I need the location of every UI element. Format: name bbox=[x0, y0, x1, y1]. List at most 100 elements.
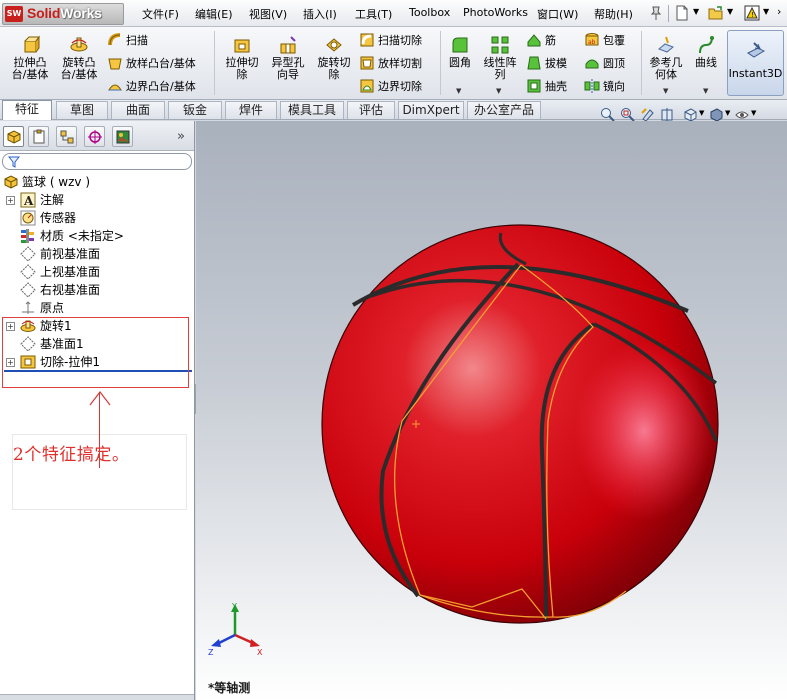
curves-dropdown-icon[interactable]: ▼ bbox=[703, 87, 708, 95]
fillet-icon bbox=[452, 37, 468, 53]
boundary-boss-button[interactable]: 边界凸台/基体 bbox=[107, 78, 196, 95]
dome-button[interactable]: 圆顶 bbox=[584, 55, 625, 72]
instant3d-button[interactable]: Instant3D bbox=[727, 30, 784, 96]
hole-wizard-button[interactable]: 异型孔 向导 bbox=[266, 35, 310, 81]
wrap-button[interactable]: ab 包覆 bbox=[584, 32, 625, 49]
curves-icon bbox=[699, 36, 714, 54]
hide-show-dropdown-icon[interactable]: ▼ bbox=[751, 109, 756, 117]
menu-window[interactable]: 窗口(W) bbox=[537, 6, 578, 22]
configuration-manager-tab[interactable] bbox=[56, 126, 77, 147]
new-dropdown-icon[interactable]: ▼ bbox=[693, 7, 699, 16]
tree-item-label: 注解 bbox=[40, 193, 65, 207]
tab-surfaces[interactable]: 曲面 bbox=[111, 101, 165, 119]
curves-label: 曲线 bbox=[695, 56, 717, 69]
open-dropdown-icon[interactable]: ▼ bbox=[727, 7, 733, 16]
tree-root-label: 篮球 ( wzv ) bbox=[22, 175, 91, 189]
dimxpert-manager-tab[interactable] bbox=[84, 126, 105, 147]
reference-geometry-icon bbox=[658, 36, 674, 53]
property-manager-tab[interactable] bbox=[28, 126, 49, 147]
menu-toolbox[interactable]: Toolbox bbox=[409, 6, 450, 19]
shell-button[interactable]: 抽壳 bbox=[526, 78, 567, 95]
revolve-cut-icon bbox=[326, 38, 342, 52]
tree-item-right-plane[interactable]: 右视基准面 bbox=[0, 281, 194, 299]
boundary-boss-label: 边界凸台/基体 bbox=[126, 80, 196, 93]
menubar-more-icon[interactable]: › bbox=[777, 5, 781, 18]
loft-cut-button[interactable]: 放样切割 bbox=[359, 55, 422, 72]
extrude-boss-button[interactable]: 拉伸凸 台/基体 bbox=[7, 35, 53, 81]
revolve-boss-button[interactable]: 旋转凸 台/基体 bbox=[56, 35, 102, 81]
loft-boss-button[interactable]: 放样凸台/基体 bbox=[107, 55, 196, 72]
tree-item-material[interactable]: 材质 <未指定> bbox=[0, 227, 194, 245]
menu-photoworks[interactable]: PhotoWorks bbox=[463, 6, 528, 19]
menu-insert[interactable]: 插入(I) bbox=[303, 6, 337, 22]
linear-pattern-dropdown-icon[interactable]: ▼ bbox=[496, 87, 501, 95]
rib-button[interactable]: 筋 bbox=[526, 32, 556, 49]
new-document-icon[interactable] bbox=[674, 5, 690, 21]
tree-item-label: 前视基准面 bbox=[40, 247, 101, 261]
tab-sheet-metal[interactable]: 钣金 bbox=[168, 101, 222, 119]
tree-filter-input[interactable] bbox=[2, 153, 192, 170]
command-manager-ribbon: 拉伸凸 台/基体 旋转凸 台/基体 扫描 放样凸台/基体 边界凸台/基体 拉伸切… bbox=[0, 27, 787, 100]
linear-pattern-label: 线性阵 列 bbox=[483, 56, 517, 81]
extrude-boss-label: 拉伸凸 台/基体 bbox=[11, 56, 49, 81]
wrap-icon: ab bbox=[585, 33, 599, 46]
graphics-viewport[interactable] bbox=[196, 121, 787, 700]
open-folder-icon[interactable] bbox=[708, 5, 724, 21]
menu-help[interactable]: 帮助(H) bbox=[594, 6, 633, 22]
boundary-cut-button[interactable]: 边界切除 bbox=[359, 78, 422, 95]
curves-button[interactable]: 曲线 bbox=[691, 35, 721, 69]
menu-file[interactable]: 文件(F) bbox=[142, 6, 179, 22]
tree-item-label: 材质 <未指定> bbox=[40, 229, 124, 243]
reference-geometry-dropdown-icon[interactable]: ▼ bbox=[663, 87, 668, 95]
sweep-button[interactable]: 扫描 bbox=[107, 32, 148, 49]
view-orientation-dropdown-icon[interactable]: ▼ bbox=[699, 109, 704, 117]
extrude-boss-icon bbox=[24, 35, 40, 53]
dome-icon bbox=[585, 59, 599, 69]
menu-tools[interactable]: 工具(T) bbox=[355, 6, 392, 22]
tab-sketch[interactable]: 草图 bbox=[56, 101, 108, 119]
menu-view[interactable]: 视图(V) bbox=[249, 6, 287, 22]
extrude-cut-button[interactable]: 拉伸切 除 bbox=[220, 35, 264, 81]
draft-button[interactable]: 拔模 bbox=[526, 55, 567, 72]
dimxpert-manager-icon bbox=[88, 130, 102, 144]
panel-more-icon[interactable]: » bbox=[177, 129, 185, 144]
solidworks-logo[interactable]: SW SolidWorks bbox=[2, 3, 124, 25]
tree-item-sensors[interactable]: 传感器 bbox=[0, 209, 194, 227]
pushpin-icon[interactable] bbox=[648, 5, 664, 21]
tree-root-part[interactable]: 篮球 ( wzv ) bbox=[0, 173, 194, 191]
reference-geometry-button[interactable]: 参考几 何体 bbox=[645, 35, 687, 81]
tree-item-front-plane[interactable]: 前视基准面 bbox=[0, 245, 194, 263]
mirror-button[interactable]: 镜向 bbox=[584, 78, 625, 95]
tab-weldments[interactable]: 焊件 bbox=[225, 101, 277, 119]
warning-dropdown-icon[interactable]: ▼ bbox=[763, 7, 769, 16]
display-manager-tab[interactable] bbox=[112, 126, 133, 147]
hole-wizard-icon bbox=[280, 36, 296, 54]
sweep-cut-button[interactable]: 扫描切除 bbox=[359, 32, 422, 49]
tab-evaluate[interactable]: 评估 bbox=[347, 101, 395, 119]
warning-icon[interactable]: ! bbox=[744, 5, 760, 21]
tree-item-origin[interactable]: 原点 bbox=[0, 299, 194, 317]
linear-pattern-button[interactable]: 线性阵 列 bbox=[479, 35, 521, 81]
origin-icon bbox=[22, 301, 34, 314]
shell-icon bbox=[527, 79, 541, 93]
tab-mold-tools[interactable]: 模具工具 bbox=[280, 101, 344, 119]
tree-item-top-plane[interactable]: 上视基准面 bbox=[0, 263, 194, 281]
display-style-dropdown-icon[interactable]: ▼ bbox=[725, 109, 730, 117]
revolve-cut-button[interactable]: 旋转切 除 bbox=[312, 35, 356, 81]
menu-edit[interactable]: 编辑(E) bbox=[195, 6, 233, 22]
fillet-dropdown-icon[interactable]: ▼ bbox=[456, 87, 461, 95]
draft-label: 拔模 bbox=[545, 57, 567, 70]
boundary-cut-label: 边界切除 bbox=[378, 80, 422, 93]
fillet-button[interactable]: 圆角 bbox=[445, 35, 475, 69]
expand-toggle-icon[interactable]: + bbox=[6, 196, 15, 205]
tab-features[interactable]: 特征 bbox=[2, 100, 52, 120]
annotation-text: 2个特征搞定。 bbox=[13, 445, 130, 465]
tab-dimxpert[interactable]: DimXpert bbox=[398, 101, 464, 119]
feature-manager-tab[interactable] bbox=[3, 126, 24, 147]
tab-office-products[interactable]: 办公室产品 bbox=[467, 101, 541, 119]
tree-item-annotations[interactable]: + A 注解 bbox=[0, 191, 194, 209]
basketball-model[interactable] bbox=[196, 121, 787, 700]
tree-item-label: 传感器 bbox=[40, 211, 77, 225]
svg-text:!: ! bbox=[751, 11, 754, 19]
mirror-label: 镜向 bbox=[603, 80, 625, 93]
